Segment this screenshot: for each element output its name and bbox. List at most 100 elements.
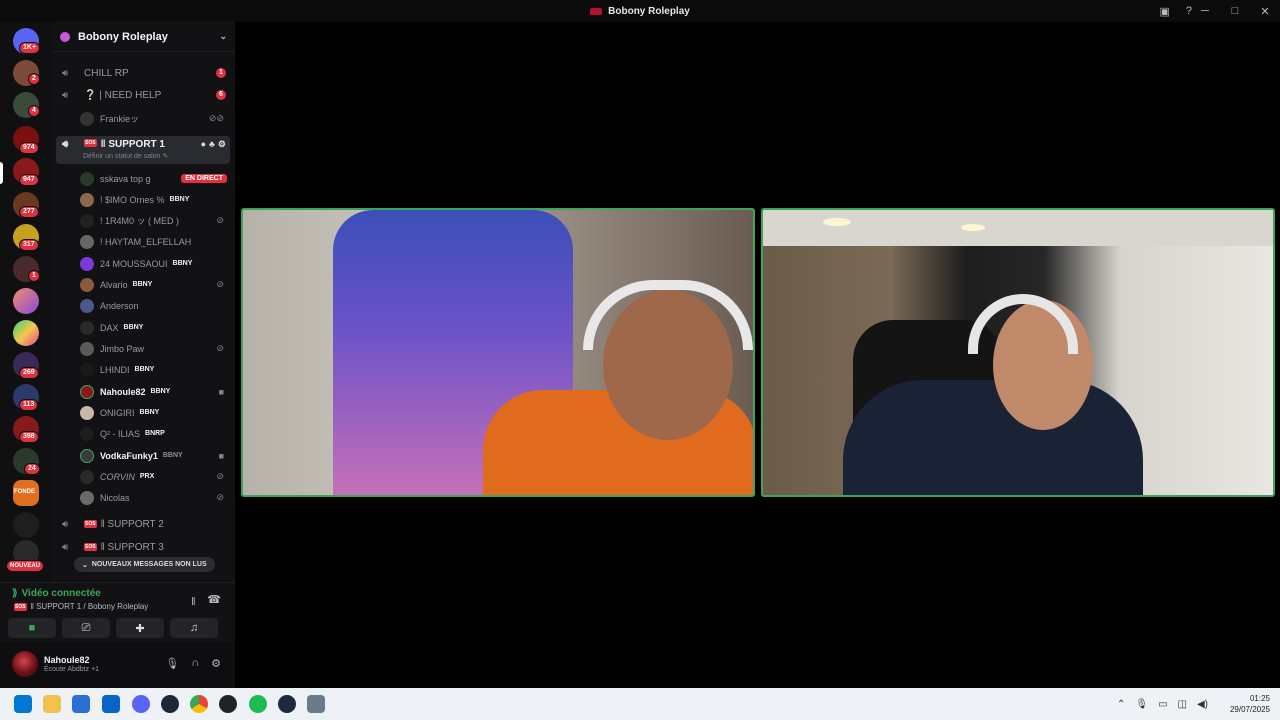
avatar: [80, 405, 94, 420]
user-name: sskava top g: [100, 173, 151, 184]
microphone-icon[interactable]: 🎙︎: [165, 657, 179, 670]
new-messages-label: NOUVEAUX MESSAGES NON LUS: [91, 561, 207, 568]
voice-status[interactable]: Vidéo connectée: [22, 588, 101, 599]
avatar: [80, 256, 94, 271]
voice-user[interactable]: VodkaFunky1 BBNY ■: [80, 445, 230, 466]
avatar: [80, 426, 94, 441]
store-icon[interactable]: [72, 695, 90, 713]
outlook-icon[interactable]: [102, 695, 120, 713]
channel-status-hint[interactable]: Définir un statut de salon ✎: [83, 152, 168, 160]
noise-suppression-icon[interactable]: 𝍪: [192, 593, 196, 612]
discord-icon[interactable]: [132, 695, 150, 713]
app-icon[interactable]: [219, 695, 237, 713]
screen-share-icon: ⎚: [81, 621, 91, 634]
guild-boost-icon: [60, 31, 70, 42]
avatar: [80, 469, 94, 484]
user-name: ! HAYTAM_ELFELLAH: [100, 236, 192, 247]
avatar: [80, 341, 94, 356]
display-icon[interactable]: ▭: [1158, 699, 1167, 710]
voice-user[interactable]: Jimbo Paw ⊘: [80, 338, 230, 359]
help-icon[interactable]: ?: [1186, 5, 1192, 17]
new-unread-messages-button[interactable]: ⌄ NOUVEAUX MESSAGES NON LUS: [74, 557, 215, 572]
server-icon[interactable]: [13, 320, 39, 346]
server-icon[interactable]: [13, 512, 39, 538]
voice-user[interactable]: ! $IMO Ornes % BBNY: [80, 189, 230, 210]
server-icon[interactable]: FONDE: [13, 480, 39, 506]
app-icon[interactable]: [278, 695, 296, 713]
screen-share-button[interactable]: ⎚: [62, 618, 110, 638]
inbox-icon[interactable]: ▣: [1159, 5, 1169, 18]
voice-location[interactable]: ‖ SUPPORT 1 / Bobony Roleplay: [31, 602, 149, 611]
file-explorer-icon[interactable]: [43, 695, 61, 713]
clock[interactable]: 01:25 29/07/2025: [1230, 693, 1270, 715]
voice-user[interactable]: ! HAYTAM_ELFELLAH: [80, 231, 230, 252]
steam-icon[interactable]: [161, 695, 179, 713]
voice-user[interactable]: sskava top g EN DIRECT: [80, 168, 230, 189]
activities-button[interactable]: ✚: [116, 618, 164, 638]
unread-badge: 398: [19, 431, 39, 443]
server-logo-icon: [590, 7, 603, 15]
chat-icon[interactable]: ●: [201, 139, 206, 150]
chevron-up-icon[interactable]: ⌃: [1117, 699, 1125, 710]
network-icon[interactable]: ◫: [1178, 699, 1187, 710]
chrome-icon[interactable]: [190, 695, 208, 713]
voice-user[interactable]: Q² - ILIAS BNRP: [80, 423, 230, 444]
avatar: [80, 277, 94, 292]
voice-channel[interactable]: 🔊︎ CHILL RP 1: [56, 63, 230, 83]
server-icon[interactable]: [13, 288, 39, 314]
voice-user[interactable]: Frankieッ ⊘⊘: [80, 108, 230, 129]
voice-user[interactable]: ONIGIRI BBNY: [80, 402, 230, 423]
user-name: ! 1R4M0 ッ ( MED ): [100, 216, 180, 226]
camera-button[interactable]: ■: [8, 618, 56, 638]
video-tile[interactable]: [761, 208, 1275, 497]
voice-user[interactable]: DAX BBNY: [80, 317, 230, 338]
taskbar: ⌃ 🎙︎ ▭ ◫ ◀︎) 01:25 29/07/2025: [0, 688, 1280, 720]
video-camera-icon: ■: [28, 622, 36, 634]
user-name: Jimbo Paw: [100, 343, 145, 354]
avatar[interactable]: [12, 651, 38, 677]
voice-channel[interactable]: 🔊︎ SOS ‖ SUPPORT 3: [56, 537, 230, 557]
guild-header[interactable]: Bobony Roleplay ⌄: [52, 22, 235, 52]
role-tag: BBNY: [150, 388, 171, 395]
maximize-icon[interactable]: □: [1228, 5, 1242, 17]
voice-channel-active[interactable]: 🔊︎ SOS ‖ SUPPORT 1 ● ♣ ⚙ Définir un stat…: [56, 136, 230, 164]
invite-icon[interactable]: ♣: [209, 139, 215, 150]
voice-channel[interactable]: 🔊︎ SOS ‖ SUPPORT 2: [56, 514, 230, 534]
voice-user[interactable]: Nicolas ⊘: [80, 487, 230, 508]
settings-icon[interactable]: [307, 695, 325, 713]
gear-icon[interactable]: ⚙: [211, 657, 221, 670]
avatar: [80, 448, 94, 463]
unread-badge: 24: [24, 463, 40, 475]
video-tile[interactable]: [241, 208, 755, 497]
spotify-icon[interactable]: [249, 695, 267, 713]
soundboard-button[interactable]: ♫: [170, 618, 218, 638]
role-tag: BBNY: [123, 324, 144, 331]
voice-user[interactable]: Anderson: [80, 295, 230, 316]
voice-user[interactable]: 24 MOUSSAOUI BBNY: [80, 253, 230, 274]
voice-channel[interactable]: 🔊︎ ❔ | NEED HELP 6: [56, 85, 230, 105]
minimize-icon[interactable]: ─: [1198, 5, 1212, 17]
unread-badge: 317: [19, 239, 39, 251]
user-name: Nahoule82: [100, 386, 146, 397]
voice-user[interactable]: Alvario BBNY ⊘: [80, 274, 230, 295]
voice-user[interactable]: ! 1R4M0 ッ ( MED ) ⊘: [80, 210, 230, 231]
voice-user[interactable]: CORVIN PRX ⊘: [80, 466, 230, 487]
gear-icon[interactable]: ⚙: [218, 139, 226, 150]
headset: [583, 280, 753, 350]
user-panel-name[interactable]: Nahoule82: [44, 655, 90, 665]
chevron-down-icon[interactable]: ⌄: [219, 31, 227, 42]
channel-name: ❔ | NEED HELP: [84, 89, 162, 101]
camera-icon: ■: [218, 450, 224, 461]
headphones-icon[interactable]: ∩: [191, 657, 199, 670]
user-name: LHINDI: [100, 364, 130, 375]
voice-user-self[interactable]: Nahoule82 BBNY ■: [80, 381, 230, 402]
disconnect-icon[interactable]: ☎: [207, 593, 221, 612]
voice-user[interactable]: LHINDI BBNY: [80, 359, 230, 380]
title-bar: Bobony Roleplay ▣ ? ─ □ ✕: [0, 0, 1280, 22]
close-icon[interactable]: ✕: [1258, 5, 1272, 18]
microphone-icon[interactable]: 🎙︎: [1135, 699, 1148, 710]
start-icon[interactable]: [14, 695, 32, 713]
user-name: VodkaFunky1: [100, 450, 158, 461]
volume-icon[interactable]: ◀︎): [1197, 699, 1208, 710]
speaker-icon: 🔊︎: [62, 67, 69, 79]
